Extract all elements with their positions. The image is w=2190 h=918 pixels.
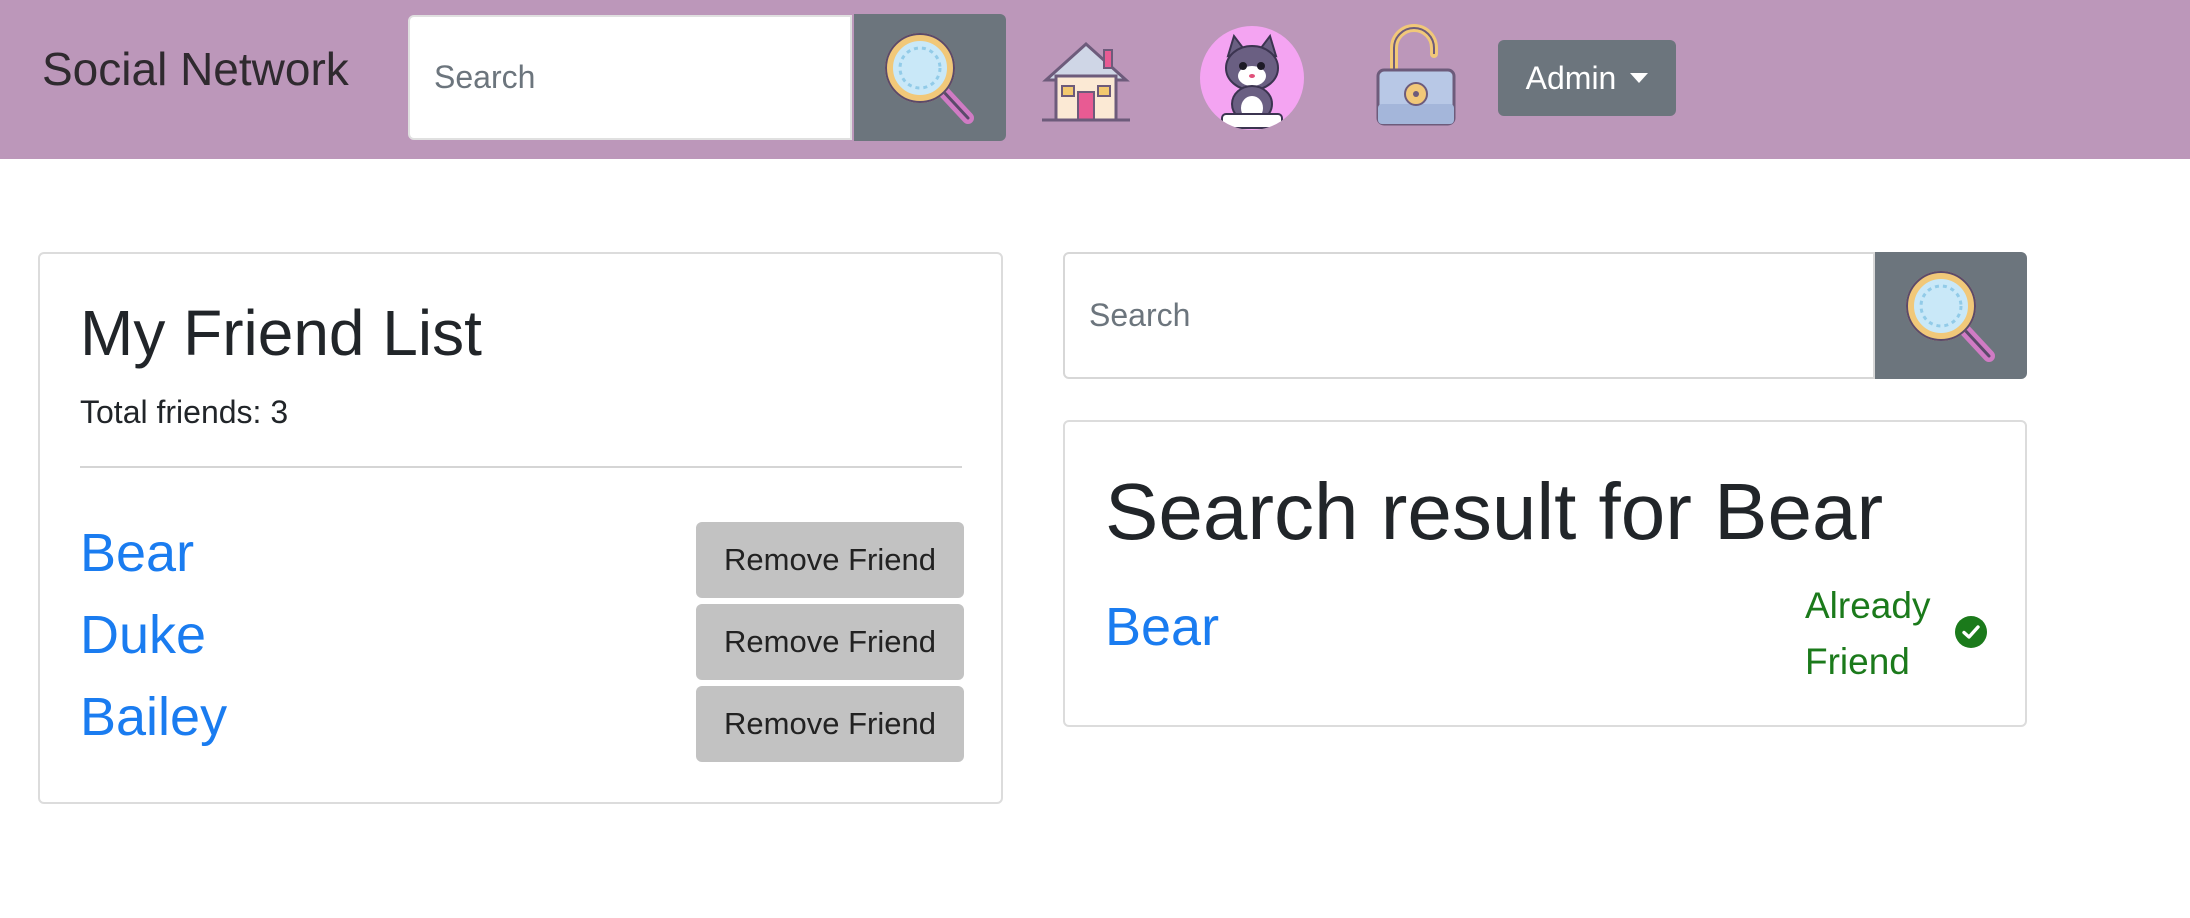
admin-label: Admin — [1525, 59, 1617, 96]
navbar-search-button[interactable] — [854, 14, 1006, 141]
brand-title[interactable]: Social Network — [42, 42, 349, 96]
search-result-card: Search result for Bear Bear Already Frie… — [1063, 420, 2027, 727]
search-result-title: Search result for Bear — [1105, 467, 1884, 556]
friend-link-duke[interactable]: Duke — [80, 604, 206, 666]
search-icon — [885, 32, 974, 124]
search-result-link[interactable]: Bear — [1105, 596, 1219, 658]
divider — [80, 466, 962, 468]
remove-friend-button[interactable]: Remove Friend — [696, 604, 964, 680]
friend-search-button[interactable] — [1875, 252, 2027, 379]
friend-row: Bailey Remove Friend — [80, 686, 964, 764]
friend-search-input[interactable] — [1063, 252, 1875, 379]
check-circle-icon — [1955, 616, 1987, 648]
friend-link-bailey[interactable]: Bailey — [80, 686, 227, 748]
chevron-down-icon — [1630, 73, 1649, 83]
search-icon — [1906, 270, 1995, 362]
home-icon[interactable] — [1038, 36, 1134, 126]
friend-row: Bear Remove Friend — [80, 522, 964, 600]
friend-link-bear[interactable]: Bear — [80, 522, 194, 584]
cat-avatar[interactable] — [1200, 26, 1304, 130]
friend-count: Total friends: 3 — [80, 394, 289, 430]
friend-list-title: My Friend List — [80, 297, 482, 369]
admin-dropdown-button[interactable]: Admin — [1498, 40, 1676, 116]
remove-friend-button[interactable]: Remove Friend — [696, 522, 964, 598]
friend-status-text: Already Friend — [1805, 585, 1931, 682]
navbar-search-input[interactable] — [408, 15, 852, 140]
friend-row: Duke Remove Friend — [80, 604, 964, 682]
top-navbar: Social Network Search Admin — [0, 0, 2190, 159]
unlock-icon[interactable] — [1372, 24, 1460, 128]
remove-friend-button[interactable]: Remove Friend — [696, 686, 964, 762]
friend-list-card: My Friend List Total friends: 3 Bear Rem… — [38, 252, 1003, 804]
